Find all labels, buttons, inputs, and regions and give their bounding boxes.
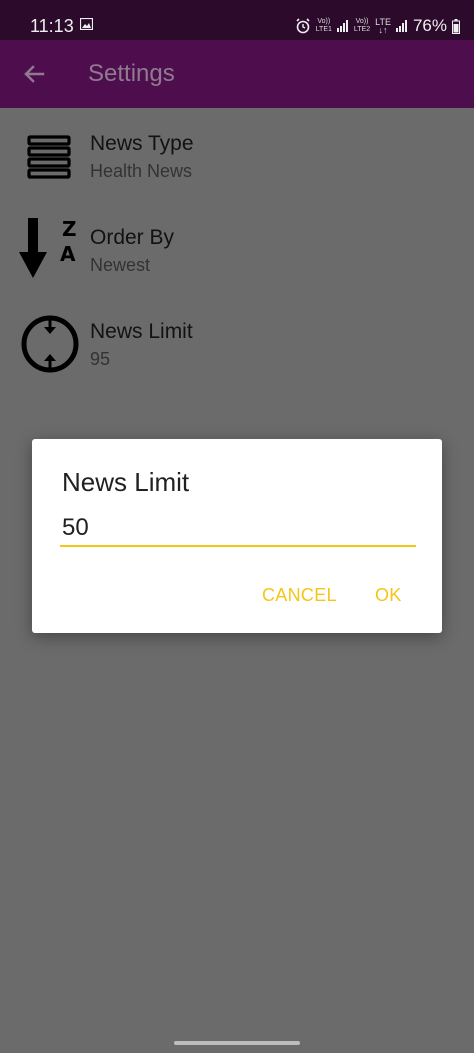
app-bar: Settings <box>0 40 474 108</box>
signal-icon <box>395 20 407 32</box>
setting-title: News Type <box>90 132 194 155</box>
list-lines-icon <box>27 135 71 179</box>
gallery-icon <box>80 18 93 30</box>
setting-title: Order By <box>90 226 175 249</box>
news-limit-input[interactable] <box>60 511 416 547</box>
battery-icon <box>452 18 460 34</box>
limit-circle-icon <box>21 315 79 373</box>
alarm-icon <box>296 18 310 34</box>
battery-percentage: 76% <box>412 16 447 35</box>
svg-text:A: A <box>60 242 76 266</box>
setting-summary: Newest <box>90 255 151 275</box>
dialog-title: News Limit <box>62 467 190 497</box>
setting-news-type[interactable]: News Type Health News <box>0 118 474 212</box>
ok-button[interactable]: OK <box>375 585 402 606</box>
status-bar: 11:13 Vo)) LTE1 Vo)) LTE2 LTE ↓↑ 76% <box>0 0 474 40</box>
svg-text:Z: Z <box>62 217 77 241</box>
page-title: Settings <box>88 60 175 87</box>
home-indicator[interactable] <box>174 1041 300 1045</box>
status-time: 11:13 <box>30 16 74 36</box>
sort-z-a-icon: Z A <box>19 217 77 278</box>
setting-summary: Health News <box>90 161 193 181</box>
setting-order-by[interactable]: Z A Order By Newest <box>0 212 474 306</box>
cancel-button[interactable]: CANCEL <box>262 585 337 606</box>
sim1-network-label: Vo)) LTE1 <box>315 18 332 33</box>
signal-icon <box>336 20 348 32</box>
news-limit-dialog: News Limit CANCEL OK <box>32 439 442 633</box>
status-icons: Vo)) LTE1 Vo)) LTE2 LTE ↓↑ 76% <box>290 15 460 37</box>
setting-title: News Limit <box>90 320 193 343</box>
lte-label: LTE ↓↑ <box>375 17 391 35</box>
setting-summary: 95 <box>90 349 111 369</box>
arrow-left-icon[interactable] <box>22 62 46 86</box>
sim2-network-label: Vo)) LTE2 <box>353 18 371 33</box>
setting-news-limit[interactable]: News Limit 95 <box>0 306 474 400</box>
